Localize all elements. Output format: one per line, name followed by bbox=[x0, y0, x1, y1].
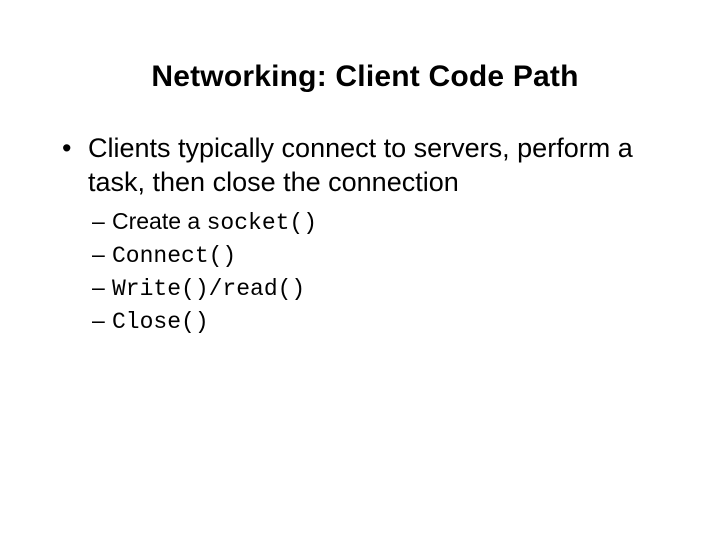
sub-item-code: Close() bbox=[112, 309, 209, 335]
sub-item-prefix: Create a bbox=[112, 208, 207, 234]
sub-list: Create a socket() Connect() Write()/read… bbox=[92, 206, 670, 338]
sub-item: Write()/read() bbox=[92, 272, 670, 305]
slide-title: Networking: Client Code Path bbox=[60, 60, 670, 94]
bullet-list: Clients typically connect to servers, pe… bbox=[60, 132, 670, 338]
sub-item-code: socket() bbox=[207, 210, 317, 236]
sub-item: Create a socket() bbox=[92, 206, 670, 239]
sub-item-code: Connect() bbox=[112, 243, 236, 269]
sub-item-code: Write()/read() bbox=[112, 276, 305, 302]
bullet-text: Clients typically connect to servers, pe… bbox=[88, 133, 633, 197]
sub-item: Connect() bbox=[92, 239, 670, 272]
bullet-item: Clients typically connect to servers, pe… bbox=[88, 132, 670, 338]
sub-item: Close() bbox=[92, 305, 670, 338]
